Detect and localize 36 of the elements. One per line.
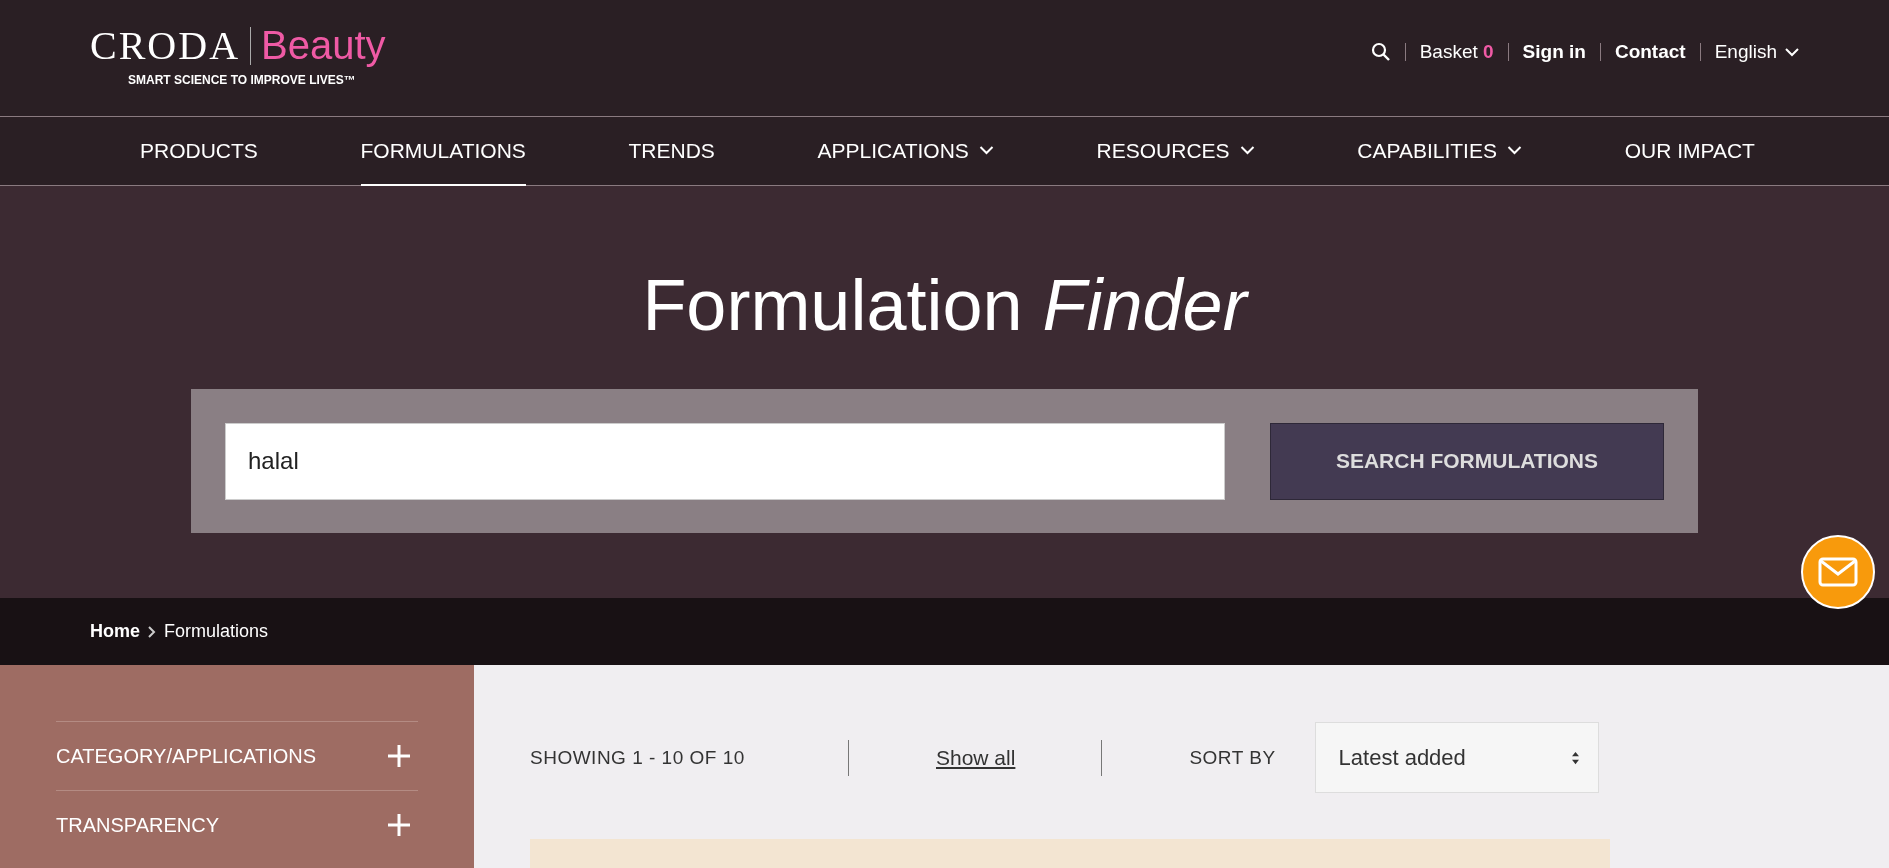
nav-tab[interactable]: TRENDS [628, 117, 715, 186]
chevron-down-icon[interactable] [1506, 146, 1522, 155]
chevron-down-icon[interactable] [978, 146, 994, 155]
filter-label[interactable]: CATEGORY/APPLICATIONS [56, 744, 317, 768]
nav-tab[interactable]: APPLICATIONS [817, 117, 994, 186]
nav-tab[interactable]: CAPABILITIES [1357, 117, 1522, 186]
show-all-link[interactable]: Show all [936, 745, 1016, 770]
language-selector[interactable]: English [1714, 41, 1799, 63]
results-count: SHOWING 1 - 10 OF 10 [530, 746, 746, 769]
search-field[interactable]: halal [225, 422, 1225, 500]
envelope-icon [1818, 557, 1858, 587]
search-button[interactable]: SEARCH FORMULATIONS [1270, 422, 1664, 500]
filter-toggle[interactable]: CATEGORY/APPLICATIONS [56, 721, 418, 790]
nav-tab[interactable]: PRODUCTS [140, 117, 258, 186]
filter-toggle[interactable]: TRANSPARENCY [56, 790, 418, 859]
sort-dropdown[interactable]: Latest added [1314, 722, 1599, 793]
plus-icon[interactable] [388, 745, 410, 767]
search-icon[interactable] [1370, 42, 1391, 62]
breadcrumb-link[interactable]: Home [90, 621, 140, 642]
nav-tab[interactable]: OUR IMPACT [1624, 117, 1755, 186]
chevron-down-icon[interactable] [1239, 146, 1255, 155]
header-link[interactable]: Sign in [1522, 41, 1586, 63]
basket-link[interactable]: Basket 0 [1419, 41, 1494, 63]
logo-tagline: SMART SCIENCE TO IMPROVE LIVES™ [128, 73, 357, 87]
sort-arrows-icon [1570, 750, 1580, 765]
page-title: Formulation Finder [642, 264, 1247, 347]
logo-brand[interactable]: CRODA [90, 22, 241, 69]
chevron-icon [148, 625, 156, 638]
nav-tab[interactable]: RESOURCES [1096, 117, 1255, 186]
breadcrumb-link[interactable]: Formulations [164, 621, 269, 642]
header-link[interactable]: Contact [1614, 41, 1686, 63]
chevron-down-icon[interactable] [1785, 47, 1799, 57]
logo-product[interactable]: Beauty [261, 23, 386, 68]
sort-label: SORT BY [1189, 746, 1276, 769]
filter-label[interactable]: TRANSPARENCY [56, 813, 219, 837]
plus-icon[interactable] [388, 814, 410, 836]
